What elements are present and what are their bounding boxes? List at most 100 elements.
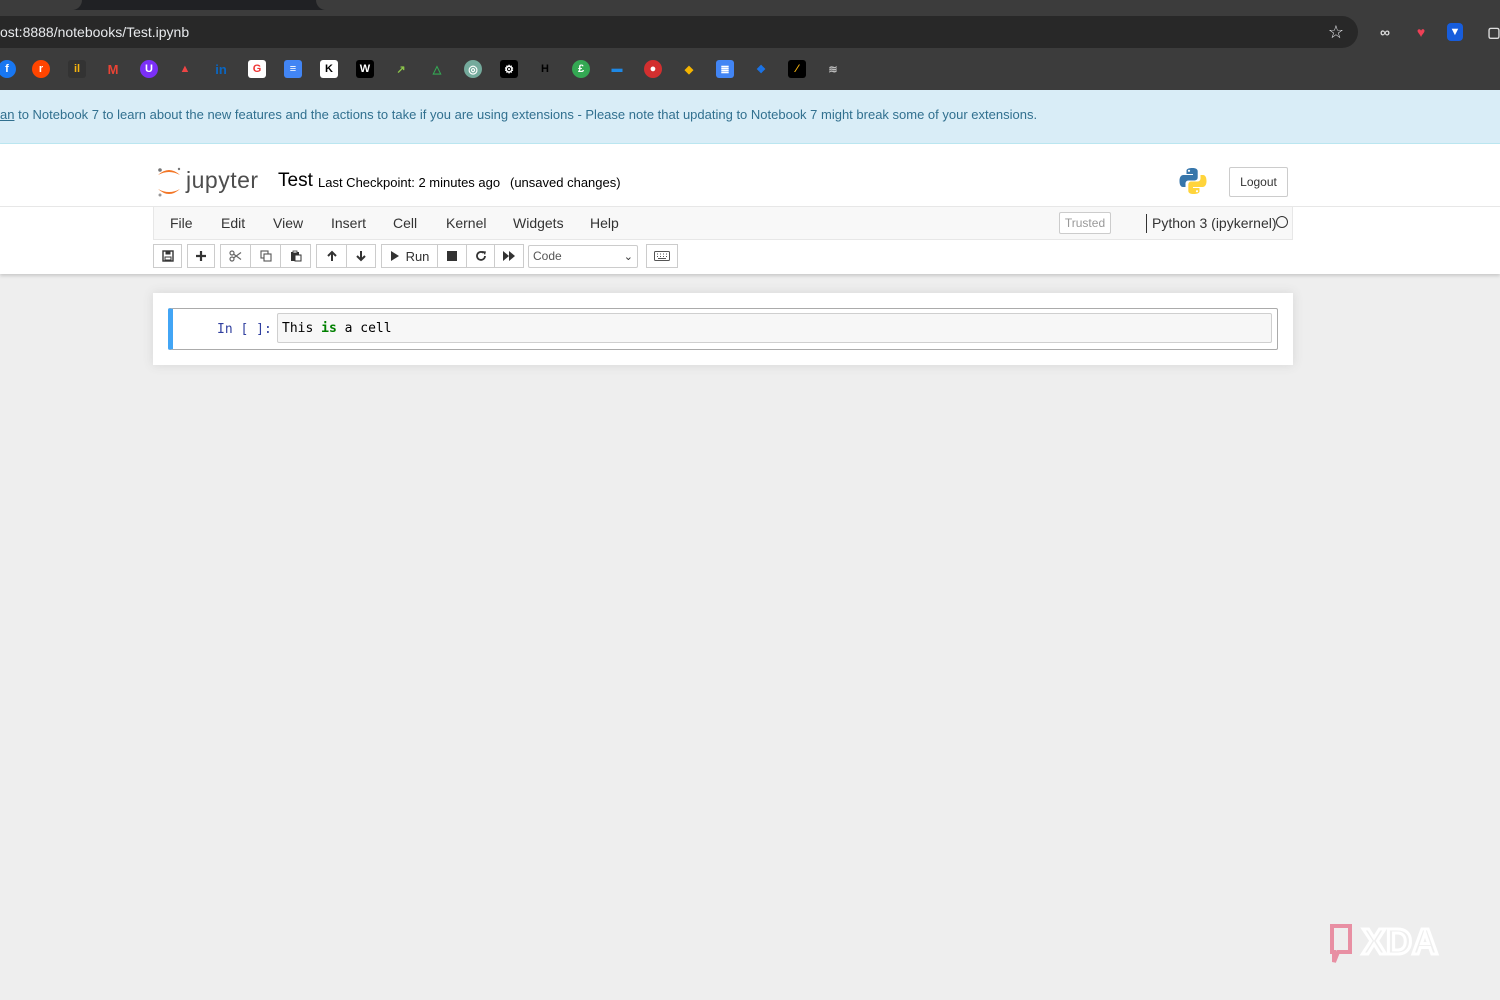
bookmark-reddit-icon[interactable]: r [32,60,50,78]
bookmark-proton-icon[interactable]: U [140,60,158,78]
bitwarden-extension-icon[interactable]: ▼ [1447,23,1463,41]
bookmark-store-icon[interactable]: ▲ [176,60,194,78]
notebook-title[interactable]: Test [278,170,313,192]
logout-button[interactable]: Logout [1229,167,1288,197]
bookmark-h-icon[interactable]: H [536,60,554,78]
xda-watermark-text: XDA [1362,921,1438,962]
bookmark-facebook-icon[interactable]: f [0,60,16,78]
banner-text: to Notebook 7 to learn about the new fea… [14,107,1038,122]
bookmark-analytics-icon[interactable]: il [68,60,86,78]
bookmark-arrow-icon[interactable]: ↗ [392,60,410,78]
bookmark-money-icon[interactable]: £ [572,60,590,78]
tab-strip [0,0,1500,10]
insert-cell-below-button[interactable] [187,244,215,268]
banner-link[interactable]: an [0,107,14,122]
python-logo-icon [1179,168,1207,194]
stop-icon [447,251,457,261]
extensions-puzzle-icon[interactable]: ▢ [1484,22,1500,42]
incognito-extension-icon[interactable]: ∞ [1375,22,1395,42]
menubar: File Edit View Insert Cell Kernel Widget… [0,206,1500,240]
bookmark-calendar-icon[interactable]: G [248,60,266,78]
cut-cells-button[interactable] [220,244,251,268]
bookmark-list-icon[interactable]: ≣ [716,60,734,78]
restart-icon [475,251,486,261]
bookmark-chat-icon[interactable]: ▬ [608,60,626,78]
notebook7-notice-banner: an to Notebook 7 to learn about the new … [0,90,1500,144]
code-token: a cell [336,321,392,336]
restart-run-all-button[interactable] [494,244,524,268]
bookmark-docs-icon[interactable]: ≡ [284,60,302,78]
trusted-indicator[interactable]: Trusted [1059,212,1111,234]
tab-active[interactable] [0,0,82,10]
paste-icon [290,250,301,262]
play-icon [390,251,399,261]
jupyter-logo-text: jupyter [186,167,259,193]
arrow-down-icon [356,251,366,262]
bookmark-stack-icon[interactable]: ◆ [680,60,698,78]
scissors-icon [229,250,242,262]
browser-toolbar: ost:8888/notebooks/Test.ipynb ☆ ∞ ♥ ▼ ▢ … [0,0,1500,90]
kernel-name[interactable]: Python 3 (ipykernel) [1152,215,1277,231]
code-cell[interactable]: In [ ]: This is a cell [168,308,1278,350]
bookmark-drive-icon[interactable]: △ [428,60,446,78]
autosave-status: (unsaved changes) [510,175,621,190]
bookmark-gmail-icon[interactable]: M [104,60,122,78]
arrow-up-icon [326,250,337,261]
copy-icon [259,250,272,262]
cell-type-select[interactable]: Code ⌄ [528,245,638,268]
copy-cells-button[interactable] [250,244,281,268]
plus-icon [196,251,206,261]
pocket-extension-icon[interactable]: ♥ [1411,22,1431,42]
banner-message: an to Notebook 7 to learn about the new … [0,107,1037,122]
keyboard-icon [654,251,670,261]
run-button[interactable]: Run [381,244,438,268]
bookmark-red-icon[interactable]: ● [644,60,662,78]
xda-watermark-logo: XDA [1330,920,1440,964]
bookmark-chart-icon[interactable]: ⁄ [788,60,806,78]
save-icon [161,250,174,262]
chevron-down-icon: ⌄ [623,251,633,263]
code-keyword: is [321,321,337,336]
bookmark-linkedin-icon[interactable]: in [212,60,230,78]
bookmark-gear-icon[interactable]: ⚙ [500,60,518,78]
bookmark-chatgpt-icon[interactable]: ◎ [464,60,482,78]
menubar-container: File Edit View Insert Cell Kernel Widget… [153,207,1293,240]
move-cell-up-button[interactable] [316,244,347,268]
menu-help[interactable]: Help [590,215,619,231]
notebook-container: In [ ]: This is a cell [153,293,1293,365]
menu-edit[interactable]: Edit [221,215,245,231]
save-button[interactable] [153,244,182,268]
tab-inactive[interactable] [316,0,1500,10]
jupyter-logo-icon [158,167,181,197]
bookmark-diamond-icon[interactable]: ❖ [752,60,770,78]
menu-view[interactable]: View [273,215,303,231]
bookmarks-bar: f r il M U ▲ in G ≡ K W ↗ △ ◎ ⚙ H £ ▬ ● … [0,56,1500,84]
run-label: Run [405,248,430,264]
bookmark-k-icon[interactable]: K [320,60,338,78]
move-cell-down-button[interactable] [346,244,376,268]
menu-kernel[interactable]: Kernel [446,215,486,231]
menu-widgets[interactable]: Widgets [513,215,564,231]
address-bar[interactable]: ost:8888/notebooks/Test.ipynb ☆ [0,16,1358,48]
kernel-separator [1146,214,1147,233]
url-text[interactable]: ost:8888/notebooks/Test.ipynb [0,24,189,40]
bookmark-star-icon[interactable]: ☆ [1328,22,1344,43]
menu-cell[interactable]: Cell [393,215,417,231]
fast-forward-icon [502,251,515,261]
interrupt-kernel-button[interactable] [437,244,467,268]
cell-editor[interactable]: This is a cell [277,313,1272,343]
jupyter-logo[interactable]: jupyter [155,166,267,198]
cell-code[interactable]: This is a cell [282,321,392,336]
command-palette-button[interactable] [646,244,678,268]
code-token: This [282,321,322,336]
checkpoint-status: Last Checkpoint: 2 minutes ago [318,175,501,190]
bookmark-layers-icon[interactable]: ≋ [824,60,842,78]
kernel-idle-indicator-icon [1276,216,1288,228]
menu-insert[interactable]: Insert [331,215,366,231]
menu-file[interactable]: File [170,215,193,231]
notebook-toolbar: Run Code ⌄ [0,242,1500,272]
bookmark-wikipedia-icon[interactable]: W [356,60,374,78]
cell-type-value: Code [533,249,562,263]
paste-cells-button[interactable] [280,244,311,268]
restart-kernel-button[interactable] [466,244,495,268]
